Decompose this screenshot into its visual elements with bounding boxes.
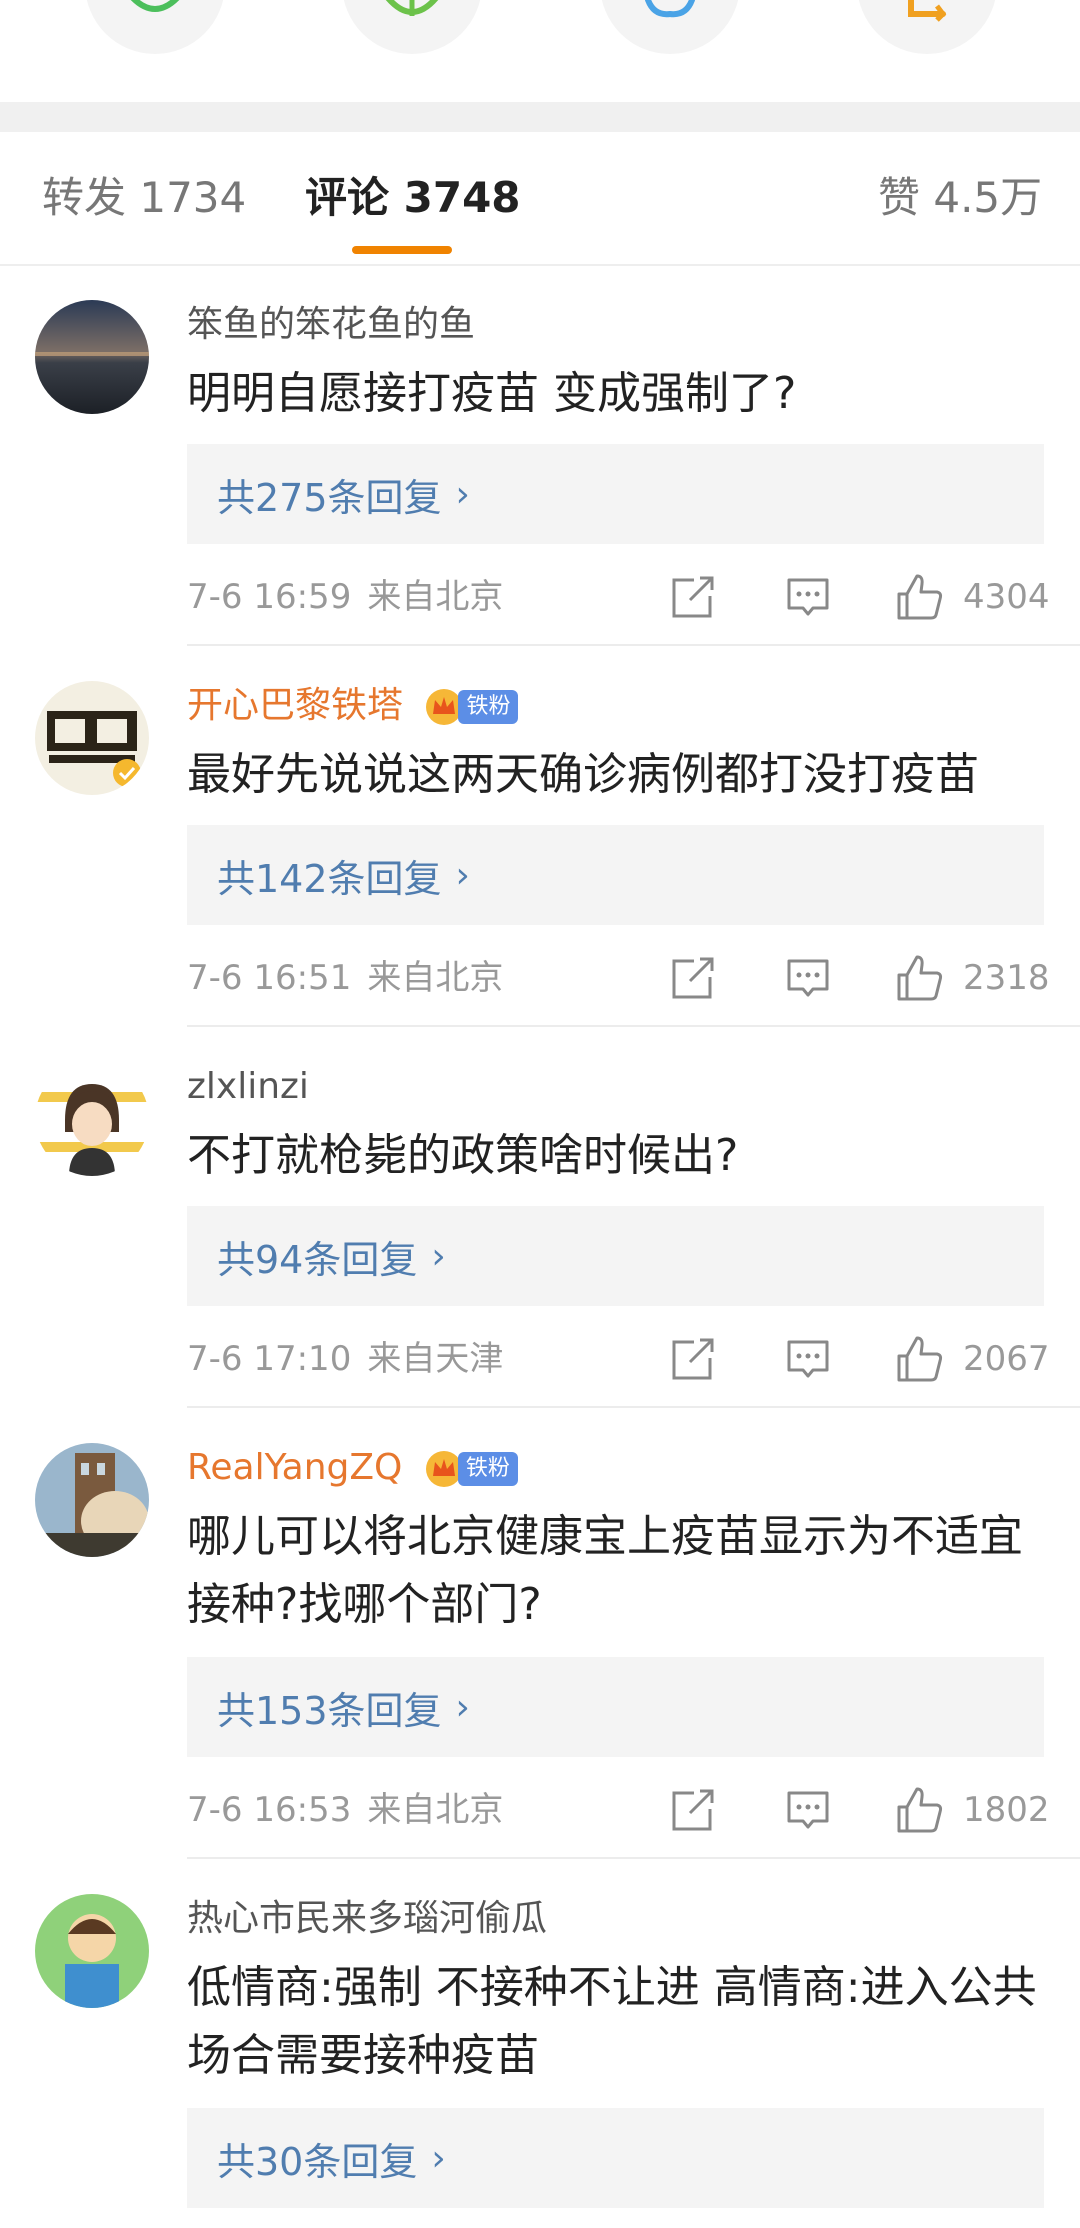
tab-comments[interactable]: 评论 3748 — [305, 168, 521, 228]
comment-time: 7-6 16:51 — [187, 958, 352, 998]
comment-time: 7-6 16:53 — [187, 1790, 352, 1830]
save-share-button[interactable] — [857, 0, 997, 54]
fan-badge-label: 铁粉 — [457, 1452, 518, 1486]
thumbs-up-icon[interactable] — [895, 953, 945, 1003]
comment-item: zlxlinzi 不打就枪毙的政策啥时候出? 共94条回复 › 7-6 17:1… — [0, 1026, 1080, 1408]
interaction-tabs: 转发 1734 评论 3748 赞 4.5万 — [0, 132, 1080, 266]
thumbs-up-icon[interactable] — [895, 1334, 945, 1384]
chevron-right-icon: › — [455, 1686, 470, 1728]
wechat-share-button[interactable] — [85, 0, 225, 54]
comment-source: 来自天津 — [367, 1339, 504, 1379]
qq-icon — [645, 0, 695, 18]
chevron-right-icon: › — [431, 1235, 446, 1277]
chevron-right-icon: › — [455, 854, 470, 896]
replies-count: 共275条回复 — [217, 475, 442, 520]
comment-time: 7-6 16:59 — [187, 577, 352, 617]
comment-time: 7-6 17:10 — [187, 1339, 352, 1379]
tab-likes[interactable]: 赞 4.5万 — [878, 168, 1042, 228]
fan-badge-label: 铁粉 — [458, 690, 519, 724]
like-count: 2318 — [963, 958, 1050, 998]
replies-count: 共30条回复 — [217, 2139, 418, 2184]
view-replies-button[interactable]: 共142条回复 › — [187, 825, 1044, 925]
thumbs-up-icon[interactable] — [895, 572, 945, 622]
share-icon[interactable] — [668, 1334, 718, 1384]
comment-source: 来自北京 — [367, 577, 504, 617]
username-text: 开心巴黎铁塔 — [187, 685, 404, 726]
comment-username[interactable]: 热心市民来多瑙河偷瓜 — [187, 1894, 547, 1944]
like-count: 1802 — [963, 1790, 1050, 1830]
comment-text: 最好先说说这两天确诊病例都打没打疫苗 — [187, 749, 979, 800]
comment-meta: 7-6 16:53 来自北京 — [187, 1785, 503, 1835]
view-replies-button[interactable]: 共153条回复 › — [187, 1657, 1044, 1757]
share-icon[interactable] — [668, 953, 718, 1003]
like-count: 2067 — [963, 1339, 1050, 1379]
comment-username[interactable]: 笨鱼的笨花鱼的鱼 — [187, 300, 475, 350]
tab-repost[interactable]: 转发 1734 — [42, 168, 246, 228]
comment-item: 热心市民来多瑙河偷瓜 低情商:强制 不接种不让进 高情商:进入公共场合需要接种疫… — [0, 1858, 1080, 2228]
comment-item: 笨鱼的笨花鱼的鱼 明明自愿接打疫苗 变成强制了? 共275条回复 › 7-6 1… — [0, 264, 1080, 646]
view-replies-button[interactable]: 共30条回复 › — [187, 2108, 1044, 2208]
chevron-right-icon: › — [431, 2137, 446, 2179]
share-icon[interactable] — [668, 1785, 718, 1835]
comment-text: 明明自愿接打疫苗 变成强制了? — [187, 368, 797, 419]
avatar[interactable] — [35, 1894, 149, 2008]
wechat-icon — [130, 0, 180, 12]
active-tab-indicator — [352, 246, 452, 254]
comment-username[interactable]: zlxlinzi — [187, 1062, 309, 1112]
comment-item: RealYangZQ 铁粉 哪儿可以将北京健康宝上疫苗显示为不适宜接种?找哪个部… — [0, 1407, 1080, 1859]
avatar[interactable] — [35, 681, 149, 795]
comment-text: 哪儿可以将北京健康宝上疫苗显示为不适宜接种?找哪个部门? — [187, 1511, 1023, 1630]
chevron-right-icon: › — [455, 473, 470, 515]
avatar[interactable] — [35, 1443, 149, 1557]
comment-username[interactable]: 开心巴黎铁塔 铁粉 — [187, 681, 519, 731]
share-bar — [0, 0, 1080, 102]
comment-meta: 7-6 17:10 来自天津 — [187, 1334, 503, 1384]
comment-item: 开心巴黎铁塔 铁粉 最好先说说这两天确诊病例都打没打疫苗 共142条回复 › 7… — [0, 645, 1080, 1027]
comment-icon[interactable] — [783, 1334, 833, 1384]
moments-icon — [385, 0, 439, 16]
section-separator — [0, 102, 1080, 132]
qq-share-button[interactable] — [600, 0, 740, 54]
comment-icon[interactable] — [783, 953, 833, 1003]
comment-text: 低情商:强制 不接种不让进 高情商:进入公共场合需要接种疫苗 — [187, 1962, 1037, 2081]
download-icon — [908, 0, 947, 22]
comment-icon[interactable] — [783, 572, 833, 622]
comment-text: 不打就枪毙的政策啥时候出? — [187, 1130, 739, 1181]
view-replies-button[interactable]: 共275条回复 › — [187, 444, 1044, 544]
replies-count: 共94条回复 — [217, 1237, 418, 1282]
comment-meta: 7-6 16:59 来自北京 — [187, 572, 503, 622]
comment-source: 来自北京 — [367, 958, 504, 998]
fan-badge: 铁粉 — [424, 1449, 518, 1489]
share-icon[interactable] — [668, 572, 718, 622]
comment-username[interactable]: RealYangZQ 铁粉 — [187, 1443, 518, 1493]
avatar[interactable] — [35, 300, 149, 414]
comment-source: 来自北京 — [367, 1790, 504, 1830]
fan-badge: 铁粉 — [424, 687, 519, 727]
moments-share-button[interactable] — [342, 0, 482, 54]
thumbs-up-icon[interactable] — [895, 1785, 945, 1835]
username-text: RealYangZQ — [187, 1447, 403, 1488]
like-count: 4304 — [963, 577, 1050, 617]
comment-meta: 7-6 16:51 来自北京 — [187, 953, 503, 1003]
replies-count: 共142条回复 — [217, 856, 442, 901]
replies-count: 共153条回复 — [217, 1688, 442, 1733]
avatar[interactable] — [35, 1062, 149, 1176]
comment-icon[interactable] — [783, 1785, 833, 1835]
view-replies-button[interactable]: 共94条回复 › — [187, 1206, 1044, 1306]
